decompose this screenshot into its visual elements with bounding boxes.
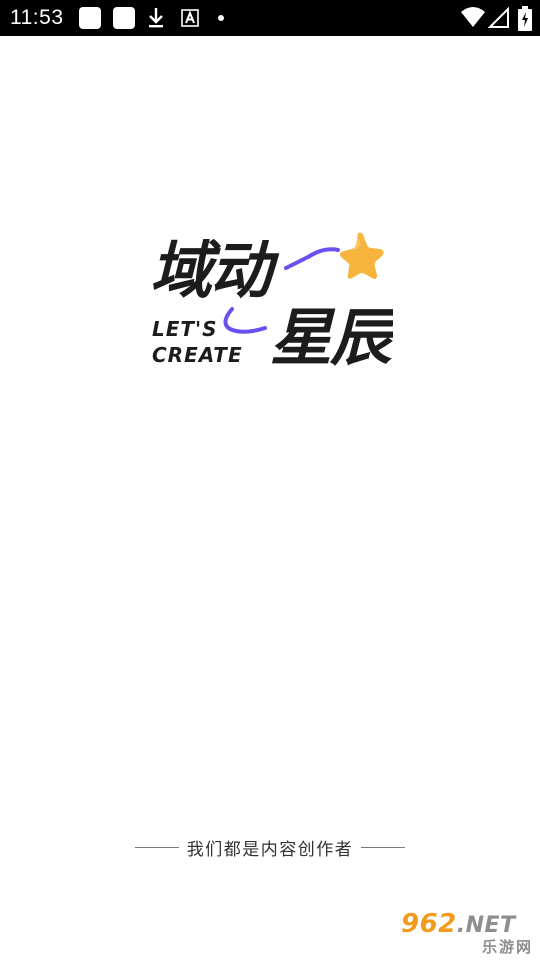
status-time: 11:53 xyxy=(10,6,64,29)
watermark-subtitle: 乐游网 xyxy=(481,938,533,956)
watermark-brand-number: 962 xyxy=(401,909,457,939)
splash-screen: 11:53 域动 星辰 LET'S CREATE 我们都是内容创作者 962.N… xyxy=(0,0,540,960)
tagline-divider-left xyxy=(134,846,179,848)
logo-tagline-line2: CREATE xyxy=(152,343,243,367)
tagline: 我们都是内容创作者 xyxy=(0,834,540,860)
dot-icon xyxy=(216,6,226,35)
signal-icon xyxy=(487,6,510,35)
notification-square-icon xyxy=(79,7,101,29)
logo-tagline-line1: LET'S xyxy=(152,317,218,341)
download-icon xyxy=(146,6,166,35)
logo-swoosh-upper xyxy=(284,247,340,270)
wifi-icon xyxy=(460,6,486,35)
watermark-domain: .NET xyxy=(456,913,516,938)
logo-title-line1: 域动 xyxy=(150,234,280,307)
watermark: 962.NET 乐游网 xyxy=(401,909,537,957)
star-icon xyxy=(340,232,384,279)
logo-title-line2: 星辰 xyxy=(270,301,393,370)
tagline-text: 我们都是内容创作者 xyxy=(186,839,354,860)
battery-charging-icon xyxy=(518,6,532,37)
status-bar: 11:53 xyxy=(0,0,540,36)
font-a-icon xyxy=(180,6,200,35)
notification-square-icon xyxy=(113,7,135,29)
logo-swoosh-lower xyxy=(223,307,267,334)
app-logo: 域动 星辰 LET'S CREATE xyxy=(150,232,393,370)
tagline-divider-right xyxy=(361,846,406,848)
